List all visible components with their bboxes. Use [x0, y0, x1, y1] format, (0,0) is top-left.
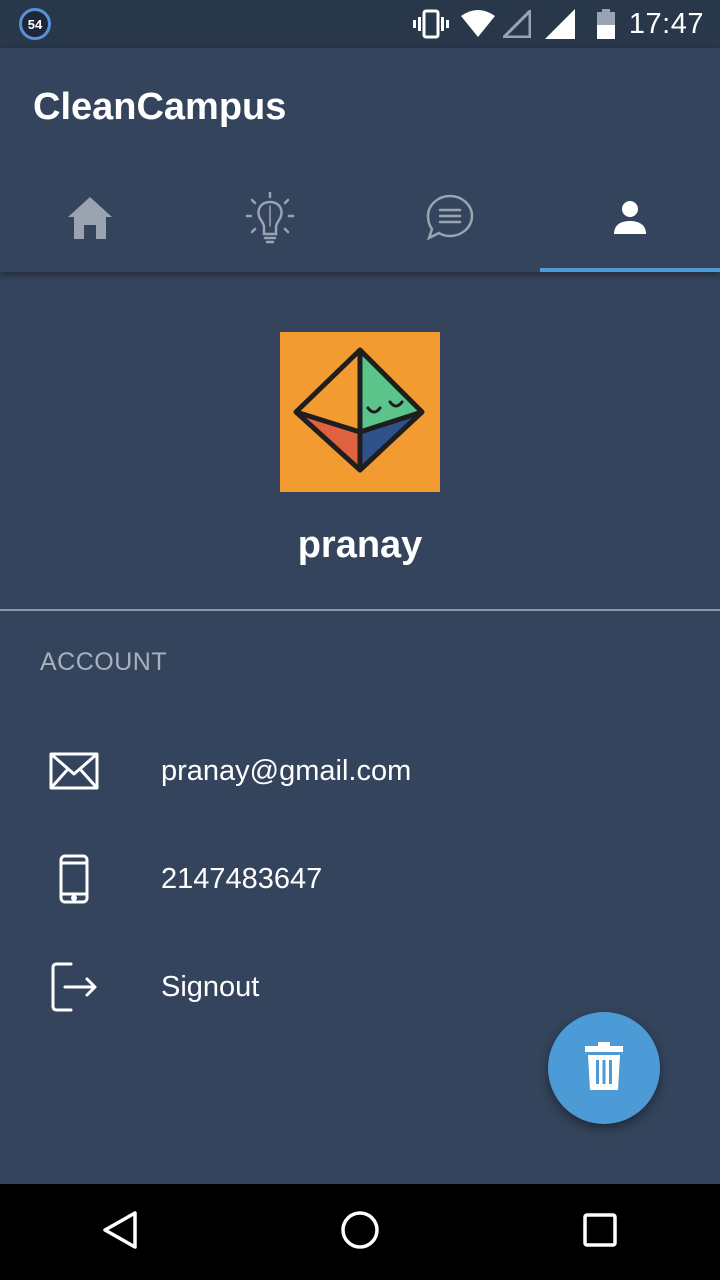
app-bar: CleanCampus [0, 48, 720, 272]
signout-icon [46, 942, 102, 1032]
tab-bar [0, 168, 720, 272]
back-icon [102, 1210, 138, 1255]
signout-text: Signout [161, 971, 260, 1003]
chat-icon [425, 194, 475, 247]
profile-username: pranay [297, 524, 423, 566]
tab-chat[interactable] [360, 168, 540, 272]
phone-row[interactable]: 2147483647 [0, 834, 720, 924]
nav-home-button[interactable] [240, 1184, 480, 1280]
signal-icon [544, 9, 575, 39]
system-nav-bar [0, 1184, 720, 1280]
tab-home[interactable] [0, 168, 180, 272]
app-title: CleanCampus [33, 86, 287, 128]
avatar [280, 332, 440, 492]
nav-recents-button[interactable] [480, 1184, 720, 1280]
notification-badge: 54 [19, 8, 51, 40]
mail-icon [46, 726, 102, 816]
tab-indicator [540, 268, 720, 272]
battery-icon [596, 9, 615, 39]
section-header-account: ACCOUNT [40, 648, 168, 676]
trash-icon [585, 1041, 623, 1095]
delete-fab-button[interactable] [548, 1012, 660, 1124]
home-icon [66, 195, 114, 246]
lightbulb-icon [245, 191, 295, 249]
nav-back-button[interactable] [0, 1184, 240, 1280]
status-bar: 54 17:47 [0, 0, 720, 48]
tab-ideas[interactable] [180, 168, 360, 272]
email-row[interactable]: pranay@gmail.com [0, 726, 720, 816]
divider [0, 609, 720, 611]
vibrate-icon [412, 9, 449, 39]
home-circle-icon [340, 1210, 380, 1255]
clock: 17:47 [628, 7, 704, 40]
tab-profile[interactable] [540, 168, 720, 272]
phone-text: 2147483647 [161, 863, 323, 895]
wifi-icon [460, 10, 495, 38]
profile-screen: 54 17:47 CleanCampus pranay ACCOUNT pran… [0, 0, 720, 1280]
status-icons: 17:47 [412, 0, 704, 48]
email-text: pranay@gmail.com [161, 755, 412, 787]
recents-icon [582, 1212, 618, 1253]
phone-icon [46, 834, 102, 924]
person-icon [612, 200, 648, 241]
signal-empty-icon [502, 10, 531, 38]
